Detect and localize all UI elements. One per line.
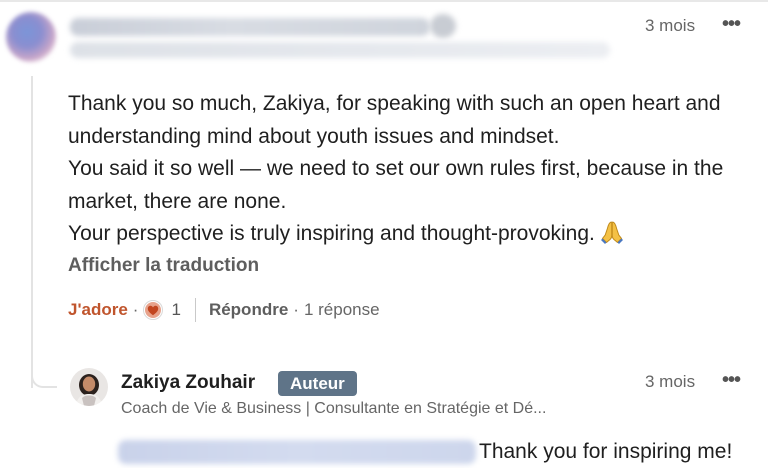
more-horizontal-icon[interactable]: ••• (722, 14, 741, 34)
thread-connector (31, 368, 57, 388)
top-divider (0, 0, 768, 2)
commenter-headline-redacted (70, 42, 610, 58)
author-name[interactable]: Zakiya Zouhair (121, 372, 255, 394)
comment-body: Thank you so much, Zakiya, for speaking … (68, 88, 768, 251)
reaction-love-button[interactable]: J'adore (68, 300, 128, 320)
action-divider (194, 298, 196, 322)
reply-timestamp: 3 mois (645, 372, 696, 391)
comment-line-text: Your perspective is truly inspiring and … (68, 222, 595, 245)
comment-actions: J'adore · 1 Répondre · 1 réponse (68, 298, 380, 322)
heart-icon[interactable] (143, 300, 164, 320)
author-avatar-image (70, 368, 108, 406)
comment-line: Thank you so much, Zakiya, for speaking … (68, 92, 721, 115)
separator-dot: · (293, 300, 299, 319)
thread-line (31, 76, 33, 388)
author-badge: Auteur (278, 371, 357, 396)
reply-body: Thank you for inspiring me! (479, 440, 733, 463)
mention-redacted[interactable] (118, 440, 476, 464)
comment-line: market, there are none. (68, 189, 287, 213)
comment-timestamp: 3 mois (645, 16, 696, 35)
comment-line: You said it so well — we need to set our… (68, 157, 724, 180)
folded-hands-icon (600, 221, 623, 244)
more-horizontal-icon[interactable]: ••• (722, 370, 741, 390)
comment-line: understanding mind about youth issues an… (68, 124, 560, 148)
comment-line-last: Your perspective is truly inspiring and … (68, 218, 768, 251)
separator-dot: · (132, 300, 139, 319)
reply-count-link[interactable]: 1 réponse (304, 300, 380, 320)
commenter-name-redacted[interactable] (70, 18, 430, 36)
reaction-count[interactable]: 1 (171, 300, 180, 320)
author-avatar[interactable] (70, 368, 108, 406)
author-headline: Coach de Vie & Business | Consultante en… (121, 400, 547, 417)
show-translation-link[interactable]: Afficher la traduction (68, 255, 259, 277)
commenter-avatar[interactable] (6, 12, 56, 62)
commenter-badge-redacted (430, 14, 456, 38)
reply-button[interactable]: Répondre (209, 300, 288, 320)
